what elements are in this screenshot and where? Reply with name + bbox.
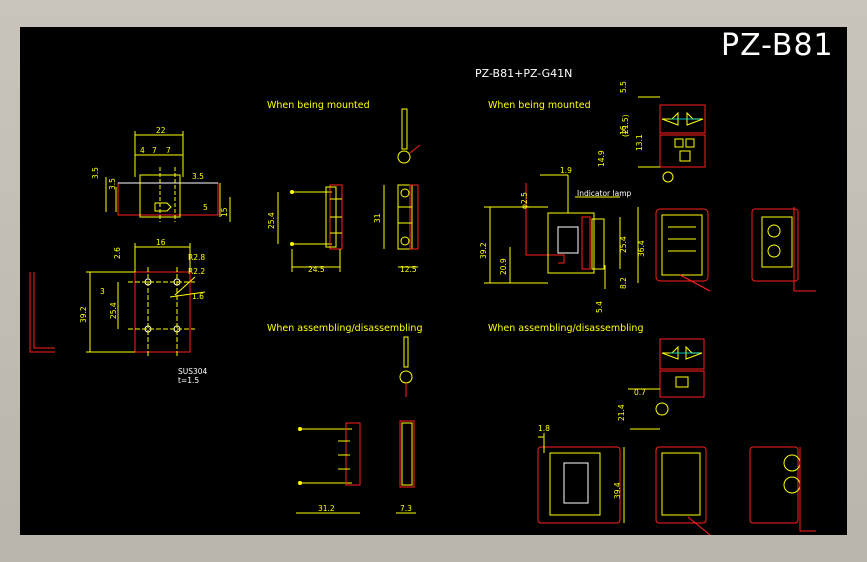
dim-16: 16 [156, 238, 166, 247]
dim-22: 22 [156, 126, 166, 135]
dim-4: 4 [140, 146, 145, 155]
dim-r2-2: R2.2 [188, 267, 205, 276]
dim-21-4: 21.4 [617, 404, 626, 421]
dim-1-6: 1.6 [192, 292, 204, 301]
drawing-subtitle: PZ-B81+PZ-G41N [475, 67, 572, 80]
mid-mounted-views [277, 108, 421, 272]
dim-7a: 7 [152, 146, 157, 155]
right-end-sensor [751, 207, 816, 292]
dim-2-6: 2.6 [113, 247, 122, 259]
dim-1-9: 1.9 [560, 166, 572, 175]
thickness-note: t=1.5 [178, 376, 199, 385]
right-assembling-views [537, 338, 816, 535]
drawing-canvas[interactable]: PZ-B81 PZ-B81+PZ-G41N 22 4 7 7 3.5 3.5 3… [20, 27, 847, 535]
drawing-title: PZ-B81 [721, 28, 834, 63]
bracket-front-view [29, 243, 206, 357]
dim-39-2b: 39.2 [479, 242, 488, 259]
dim-3-5a: 3.5 [91, 167, 100, 179]
bracket-top-view [105, 131, 231, 222]
dim-r2-8: R2.8 [188, 253, 205, 262]
dim-7b: 7 [166, 146, 171, 155]
label-assembling-left: When assembling/disassembling [267, 323, 422, 334]
dim-16b: 16 [619, 125, 628, 135]
right-front-sensor [655, 208, 711, 292]
dim-14-9: 14.9 [597, 150, 606, 167]
label-assembling-right: When assembling/disassembling [488, 323, 643, 334]
cad-drawing: PZ-B81 PZ-B81+PZ-G41N 22 4 7 7 3.5 3.5 3… [29, 28, 834, 535]
dim-39-4: 39.4 [613, 482, 622, 499]
dim-3-5b: 3.5 [108, 178, 117, 190]
label-mounted-left: When being mounted [267, 100, 370, 111]
material-note: SUS304 [178, 367, 208, 376]
dim-0-7: 0.7 [634, 388, 646, 397]
dim-39-2a: 39.2 [79, 306, 88, 323]
right-top-sensor-view [638, 96, 706, 183]
dim-1-8: 1.8 [538, 424, 550, 433]
dim-7-3: 7.3 [400, 504, 412, 513]
dim-5: 5 [203, 203, 208, 212]
dim-20-9: 20.9 [499, 258, 508, 275]
dim-24-5: 24.5 [308, 265, 325, 274]
dim-5-4: 5.4 [595, 301, 604, 313]
dim-25-4a: 25.4 [109, 302, 118, 319]
dim-31: 31 [373, 213, 382, 223]
dim-31-2: 31.2 [318, 504, 335, 513]
indicator-lamp-label: Indicator lamp [577, 189, 632, 198]
dim-5-5: 5.5 [619, 81, 628, 93]
dim-36-4: 36.4 [637, 240, 646, 257]
dim-25-4b: 25.4 [267, 212, 276, 229]
dim-3: 3 [100, 287, 105, 296]
label-mounted-right: When being mounted [488, 100, 591, 111]
mid-assembling-views [296, 336, 416, 514]
dim-3-5c: 3.5 [192, 172, 204, 181]
dim-15: 15 [220, 207, 229, 217]
dim-phi2-5: φ2.5 [520, 192, 529, 209]
dim-8-2: 8.2 [619, 277, 628, 289]
dim-13-1: 13.1 [635, 134, 644, 151]
dim-12-5: 12.5 [400, 265, 417, 274]
dim-25-4c: 25.4 [619, 236, 628, 253]
